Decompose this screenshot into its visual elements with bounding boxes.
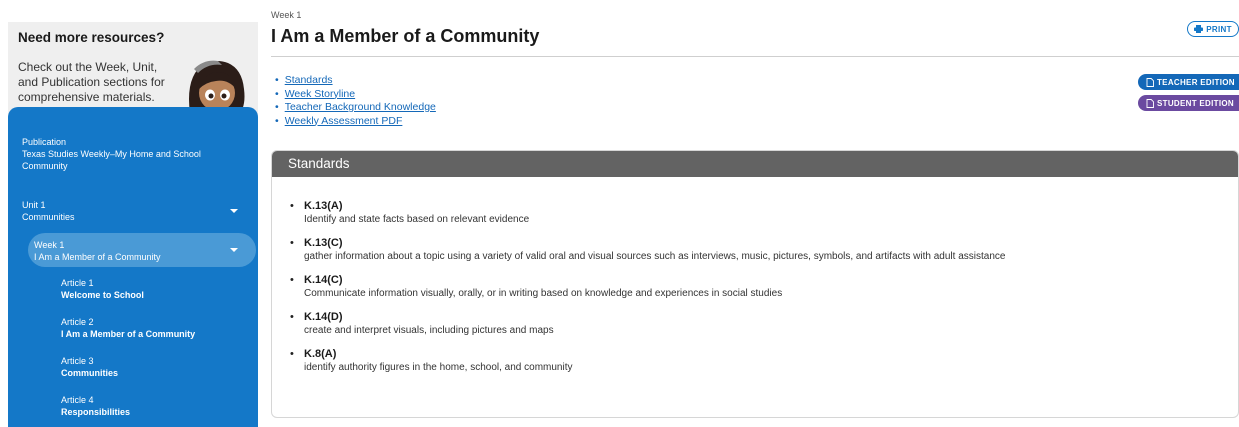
nav-article-1[interactable]: Article 1 Welcome to School <box>61 277 144 301</box>
pdf-icon <box>1146 77 1154 87</box>
student-edition-label: STUDENT EDITION <box>1157 98 1234 108</box>
student-edition-button[interactable]: STUDENT EDITION <box>1138 95 1239 111</box>
navigation-panel: Publication Texas Studies Weekly–My Home… <box>8 107 258 427</box>
list-item: Week Storyline <box>275 88 436 102</box>
section-links: Standards Week Storyline Teacher Backgro… <box>275 74 436 128</box>
print-label: PRINT <box>1206 24 1232 34</box>
nav-week[interactable]: Week 1 I Am a Member of a Community <box>34 239 161 263</box>
standard-description: Identify and state facts based on releva… <box>304 214 530 225</box>
week-label: Week 1 <box>34 240 65 250</box>
standard-code: K.14(D) <box>304 311 343 323</box>
main-content: Week 1 I Am a Member of a Community PRIN… <box>258 0 1239 427</box>
teacher-edition-button[interactable]: TEACHER EDITION <box>1138 74 1239 90</box>
standard-description: identify authority figures in the home, … <box>304 362 573 373</box>
standard-description: create and interpret visuals, including … <box>304 325 554 336</box>
standard-description: Communicate information visually, orally… <box>304 288 783 299</box>
list-item: Weekly Assessment PDF <box>275 115 436 129</box>
resources-title: Need more resources? <box>18 30 165 45</box>
standard-description: gather information about a topic using a… <box>304 251 1006 262</box>
standards-list: K.13(A) Identify and state facts based o… <box>290 200 1005 385</box>
printer-icon <box>1194 25 1204 33</box>
link-standards[interactable]: Standards <box>285 74 333 86</box>
list-item: Teacher Background Knowledge <box>275 101 436 115</box>
publication-label: Publication <box>22 137 67 147</box>
unit-label: Unit 1 <box>22 200 46 210</box>
chevron-down-icon[interactable] <box>230 209 238 213</box>
article-label: Article 3 <box>61 356 94 366</box>
list-item: K.14(C) Communicate information visually… <box>290 274 1005 300</box>
divider <box>271 56 1239 57</box>
link-week-storyline[interactable]: Week Storyline <box>285 88 355 100</box>
list-item: K.8(A) identify authority figures in the… <box>290 348 1005 374</box>
standards-header: Standards <box>272 151 1238 177</box>
page-title: I Am a Member of a Community <box>271 26 540 46</box>
standard-code: K.13(A) <box>304 200 343 212</box>
nav-article-4[interactable]: Article 4 Responsibilities <box>61 394 130 418</box>
article-label: Article 4 <box>61 395 94 405</box>
article-title: I Am a Member of a Community <box>61 329 196 339</box>
standards-card: Standards K.13(A) Identify and state fac… <box>271 150 1239 418</box>
resources-text: Check out the Week, Unit, and Publicatio… <box>18 60 165 104</box>
article-label: Article 1 <box>61 278 94 288</box>
link-teacher-background[interactable]: Teacher Background Knowledge <box>285 101 436 113</box>
list-item: K.13(C) gather information about a topic… <box>290 237 1005 263</box>
unit-title: Communities <box>22 212 75 222</box>
standard-code: K.8(A) <box>304 348 337 360</box>
list-item: K.14(D) create and interpret visuals, in… <box>290 311 1005 337</box>
article-label: Article 2 <box>61 317 94 327</box>
nav-article-3[interactable]: Article 3 Communities <box>61 355 118 379</box>
list-item: K.13(A) Identify and state facts based o… <box>290 200 1005 226</box>
list-item: Standards <box>275 74 436 88</box>
publication-title: Texas Studies Weekly–My Home and School … <box>22 149 201 171</box>
article-title: Responsibilities <box>61 407 131 417</box>
week-title: I Am a Member of a Community <box>34 252 161 262</box>
nav-publication[interactable]: Publication Texas Studies Weekly–My Home… <box>22 136 222 172</box>
standard-code: K.13(C) <box>304 237 343 249</box>
print-button[interactable]: PRINT <box>1187 21 1239 37</box>
nav-unit[interactable]: Unit 1 Communities <box>22 199 75 223</box>
sidebar: Need more resources? Check out the Week,… <box>0 0 258 427</box>
link-weekly-assessment[interactable]: Weekly Assessment PDF <box>285 115 403 127</box>
week-breadcrumb: Week 1 <box>271 10 302 20</box>
standard-code: K.14(C) <box>304 274 343 286</box>
pdf-icon <box>1146 98 1154 108</box>
teacher-edition-label: TEACHER EDITION <box>1157 77 1235 87</box>
article-title: Communities <box>61 368 119 378</box>
article-title: Welcome to School <box>61 290 144 300</box>
chevron-down-icon[interactable] <box>230 248 238 252</box>
nav-article-2[interactable]: Article 2 I Am a Member of a Community <box>61 316 195 340</box>
